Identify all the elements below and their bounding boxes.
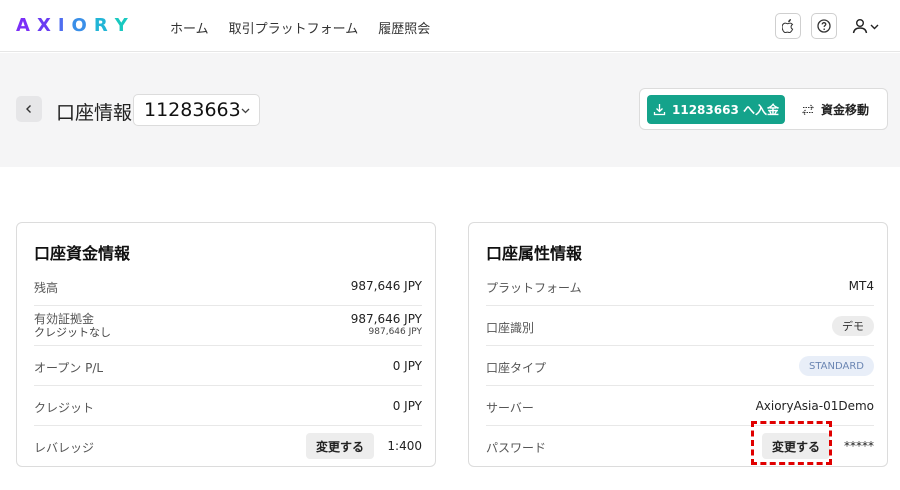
margin-values: 987,646 JPY 987,646 JPY [351, 313, 422, 339]
server-row: サーバー AxioryAsia-01Demo [486, 386, 874, 426]
row-label: レバレッジ [34, 441, 95, 455]
transfer-arrows-icon [802, 104, 814, 115]
back-button[interactable] [16, 96, 42, 122]
deposit-label: 11283663 へ入金 [672, 103, 779, 117]
balance-value: 987,646 JPY [350, 279, 422, 293]
logo-letter: I [57, 15, 72, 36]
page-title: 口座情報 [56, 102, 133, 124]
margin-value: 987,646 JPY [350, 312, 422, 326]
margin-sub-value: 987,646 JPY [368, 327, 422, 337]
account-actions: 11283663 へ入金 資金移動 [639, 88, 888, 130]
axiory-logo[interactable]: A X I O R Y [16, 15, 135, 37]
funds-rows: 残高 987,646 JPY 有効証拠金 クレジットなし 987,646 JPY… [34, 266, 422, 466]
account-type-row: 口座タイプ STANDARD [486, 346, 874, 386]
logo-letter: O [71, 15, 94, 36]
balance-row: 残高 987,646 JPY [34, 266, 422, 306]
platform-value: MT4 [848, 279, 874, 293]
card-title: 口座資金情報 [34, 244, 131, 263]
help-icon [817, 19, 831, 33]
user-icon [852, 19, 868, 34]
open-pl-value: 0 JPY [392, 359, 422, 373]
row-label: 残高 [34, 281, 59, 295]
demo-badge: デモ [832, 316, 874, 336]
platform-row: プラットフォーム MT4 [486, 266, 874, 306]
account-type-badge: STANDARD [798, 356, 874, 376]
nav-item-platforms[interactable]: 取引プラットフォーム [229, 18, 359, 37]
chevron-down-icon [870, 24, 879, 29]
funds-card: 口座資金情報 残高 987,646 JPY 有効証拠金 クレジットなし 987,… [16, 222, 436, 467]
deposit-button[interactable]: 11283663 へ入金 [647, 95, 785, 124]
credit-value: 0 JPY [392, 399, 422, 413]
logo-letter: Y [114, 15, 135, 36]
transfer-label: 資金移動 [821, 103, 870, 117]
server-value: AxioryAsia-01Demo [755, 399, 874, 413]
margin-label: 有効証拠金 [34, 312, 95, 326]
apple-app-button[interactable] [775, 13, 801, 39]
nav-item-home[interactable]: ホーム [170, 18, 209, 37]
apple-icon [782, 19, 794, 33]
row-label: サーバー [486, 401, 534, 415]
row-label: 有効証拠金 クレジットなし [34, 312, 111, 340]
chevron-down-icon [241, 108, 250, 114]
back-arrow-icon [26, 105, 31, 113]
account-number: 11283663 [144, 99, 241, 121]
logo-letter: R [93, 15, 115, 36]
credit-row: クレジット 0 JPY [34, 386, 422, 426]
leverage-row: レバレッジ 変更する 1:400 [34, 426, 422, 466]
top-navigation: A X I O R Y ホーム 取引プラットフォーム 履歴照会 [0, 0, 900, 52]
row-label: クレジット [34, 401, 95, 415]
open-pl-row: オープン P/L 0 JPY [34, 346, 422, 386]
account-kind-row: 口座識別 デモ [486, 306, 874, 346]
highlight-box [751, 421, 832, 465]
transfer-button[interactable]: 資金移動 [800, 95, 880, 124]
margin-row: 有効証拠金 クレジットなし 987,646 JPY 987,646 JPY [34, 306, 422, 346]
leverage-value: 1:400 [387, 439, 422, 453]
user-menu-button[interactable] [852, 15, 882, 37]
nav-item-history[interactable]: 履歴照会 [378, 18, 430, 37]
row-label: パスワード [486, 441, 547, 455]
row-label: プラットフォーム [486, 281, 582, 295]
main-nav: ホーム 取引プラットフォーム 履歴照会 [170, 18, 430, 37]
help-button[interactable] [811, 13, 837, 39]
row-label: オープン P/L [34, 361, 104, 375]
logo-letter: X [36, 15, 58, 36]
change-leverage-button[interactable]: 変更する [305, 433, 374, 459]
password-value: ***** [844, 439, 874, 453]
row-label: 口座タイプ [486, 361, 547, 375]
account-selector[interactable]: 11283663 [133, 94, 260, 126]
download-icon [653, 104, 666, 116]
margin-sub-label: クレジットなし [34, 326, 111, 339]
row-label: 口座識別 [486, 321, 535, 335]
logo-letter: A [16, 15, 37, 36]
card-title: 口座属性情報 [486, 244, 583, 263]
